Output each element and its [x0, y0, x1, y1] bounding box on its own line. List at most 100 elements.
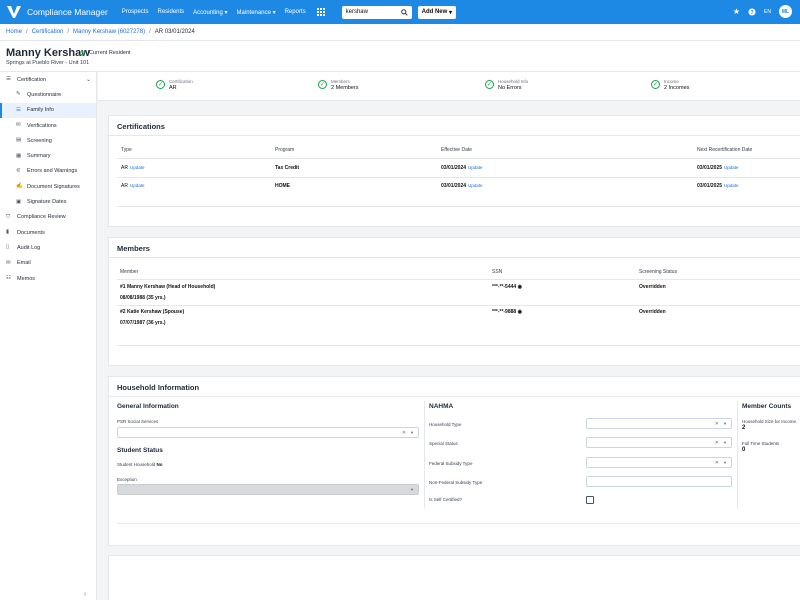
- breadcrumb-resident[interactable]: Manny Kershaw (6027278): [73, 29, 145, 35]
- apps-grid-icon[interactable]: [316, 7, 326, 17]
- sidebar-item-verifications[interactable]: ✉ Verifications: [0, 118, 96, 133]
- breadcrumb-home[interactable]: Home: [6, 29, 22, 35]
- search-value: kershaw: [345, 9, 368, 15]
- cert-next-date: 03/01/2025: [697, 165, 723, 171]
- household-size-label: Household Size for Income: [742, 419, 797, 424]
- search-icon[interactable]: [400, 8, 408, 16]
- check-circle-icon: ✓: [318, 80, 327, 89]
- list-icon: ☰: [16, 106, 21, 113]
- sidebar-item-label: Screening: [27, 137, 52, 144]
- envelope-icon: ✉: [16, 122, 21, 129]
- status-members[interactable]: ✓ Members 2 Members: [318, 79, 359, 91]
- special-status-select[interactable]: ✕ ▼: [586, 437, 732, 448]
- update-link[interactable]: Update: [724, 165, 739, 170]
- chevron-down-icon[interactable]: ⌄: [86, 76, 91, 83]
- eye-icon[interactable]: ◉: [518, 309, 522, 315]
- sidebar-item-documents[interactable]: ▮ Documents: [0, 225, 96, 240]
- chevron-down-icon[interactable]: ▼: [723, 440, 727, 445]
- sidebar-item-summary[interactable]: ▦ Summary: [0, 148, 96, 163]
- cert-program: Tax Credit: [275, 165, 300, 171]
- collapse-sidebar-icon[interactable]: ‹: [84, 591, 86, 598]
- brand-title[interactable]: Compliance Manager: [27, 7, 108, 17]
- divider: [117, 177, 800, 178]
- nav-prospects[interactable]: Prospects: [122, 9, 149, 15]
- star-icon[interactable]: ★: [733, 7, 740, 16]
- cert-type: AR: [121, 183, 128, 189]
- clear-icon[interactable]: ✕: [715, 440, 719, 446]
- status-income[interactable]: ✓ Income 2 Incomes: [651, 79, 689, 91]
- update-link[interactable]: Update: [130, 183, 145, 188]
- divider: [117, 345, 800, 346]
- member-name[interactable]: #1 Manny Kershaw (Head of Household): [120, 284, 215, 290]
- logo-icon[interactable]: [6, 4, 22, 20]
- clear-icon[interactable]: ✕: [715, 460, 719, 466]
- nav-residents[interactable]: Residents: [157, 9, 184, 15]
- unit-label: Springs at Pueblo River - Unit 101: [6, 60, 90, 66]
- sidebar-item-screening[interactable]: ▤ Screening: [0, 133, 96, 148]
- sidebar-item-errors[interactable]: ⚟ Errors and Warnings: [0, 164, 96, 179]
- page-header: Manny Kershaw Current Resident Springs a…: [0, 41, 800, 72]
- sidebar-item-audit-log[interactable]: ▯ Audit Log: [0, 240, 96, 255]
- breadcrumb-certification[interactable]: Certification: [32, 29, 64, 35]
- sidebar-item-signature-dates[interactable]: ▣ Signature Dates: [0, 194, 96, 209]
- check-circle-icon: ✓: [485, 80, 494, 89]
- update-link[interactable]: Update: [468, 165, 483, 170]
- nav-accounting-label: Accounting: [193, 9, 223, 16]
- sidebar-item-label: Summary: [27, 153, 51, 160]
- add-new-button[interactable]: Add New ▾: [417, 5, 456, 19]
- status-certification[interactable]: ✓ Certification AR: [156, 79, 193, 91]
- members-title: Members: [109, 238, 800, 258]
- member-name[interactable]: #2 Katie Kershaw (Spouse): [120, 309, 184, 315]
- update-link[interactable]: Update: [724, 183, 739, 188]
- student-household-value: No: [156, 462, 163, 467]
- column-header: Effective Date: [441, 147, 473, 153]
- chevron-down-icon[interactable]: ▼: [723, 460, 727, 465]
- self-certified-checkbox[interactable]: [586, 496, 594, 504]
- sidebar-item-family-info[interactable]: ☰ Family Info: [0, 102, 96, 119]
- breadcrumb-separator: /: [149, 29, 151, 35]
- column-header: SSN: [492, 269, 503, 275]
- household-type-label: Household Type: [429, 422, 462, 427]
- chevron-down-icon[interactable]: ▼: [723, 421, 727, 426]
- status-household-info[interactable]: ✓ Household Info No Errors: [485, 79, 528, 91]
- check-circle-icon: ✓: [651, 80, 660, 89]
- sidebar-item-compliance-review[interactable]: ⛉ Compliance Review: [0, 210, 96, 225]
- nav-maintenance[interactable]: Maintenance ▾: [237, 9, 276, 16]
- update-link[interactable]: Update: [468, 183, 483, 188]
- student-status-title: Student Status: [117, 447, 163, 454]
- psr-select[interactable]: ✕ ▼: [117, 427, 419, 438]
- caret-down-icon: ▾: [224, 9, 228, 16]
- language-selector[interactable]: EN: [764, 9, 771, 15]
- divider: [117, 206, 800, 207]
- signature-icon: ✍: [16, 183, 23, 190]
- member-status: Overridden: [639, 284, 666, 290]
- clear-icon[interactable]: ✕: [715, 421, 719, 427]
- search-input[interactable]: kershaw: [341, 5, 412, 19]
- nav-accounting[interactable]: Accounting ▾: [193, 9, 227, 16]
- help-icon[interactable]: ?: [748, 7, 756, 16]
- non-federal-subsidy-input[interactable]: [586, 476, 732, 487]
- sidebar-item-label: Compliance Review: [17, 214, 66, 221]
- eye-icon[interactable]: ◉: [518, 284, 522, 290]
- federal-subsidy-select[interactable]: ✕ ▼: [586, 457, 732, 468]
- chevron-down-icon[interactable]: ▼: [410, 430, 414, 435]
- sidebar-item-document-signatures[interactable]: ✍ Document Signatures: [0, 179, 96, 194]
- avatar[interactable]: ML: [779, 5, 792, 18]
- screening-icon: ▤: [16, 137, 22, 144]
- sidebar-item-questionnaire[interactable]: ✎ Questionnaire: [0, 87, 96, 102]
- column-header: Screening Status: [639, 269, 678, 275]
- general-information-title: General Information: [117, 403, 179, 410]
- calendar-icon: ▣: [16, 198, 22, 205]
- household-type-select[interactable]: ✕ ▼: [586, 418, 732, 429]
- clear-icon[interactable]: ✕: [402, 430, 406, 436]
- memo-icon: ☷: [6, 275, 11, 281]
- sidebar-item-memos[interactable]: ☷ Memos: [0, 271, 96, 286]
- federal-subsidy-label: Federal Subsidy Type: [429, 461, 473, 466]
- nav-reports[interactable]: Reports: [285, 9, 306, 15]
- sidebar-item-certification[interactable]: ☰ Certification ⌄: [0, 72, 96, 87]
- column-header: Type: [121, 147, 132, 153]
- self-certified-label: Is Self Certified?: [429, 497, 463, 502]
- sidebar-item-email[interactable]: ✉ Email: [0, 256, 96, 271]
- table-cell: ***-**-9888 ◉: [492, 309, 522, 315]
- update-link[interactable]: Update: [130, 165, 145, 170]
